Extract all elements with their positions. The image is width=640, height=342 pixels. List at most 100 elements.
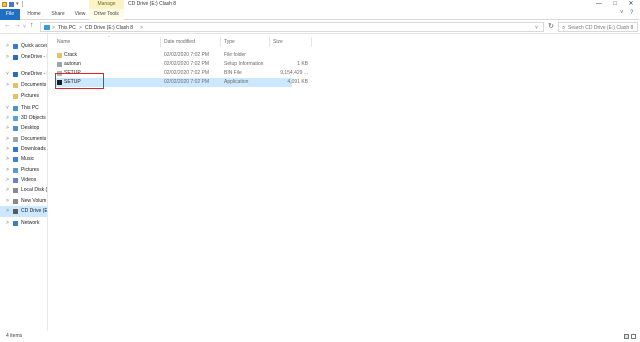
nav-item[interactable]: ˅ OneDrive - B (0, 69, 47, 80)
nav-item[interactable]: > Desktop (0, 123, 47, 134)
column-header-size[interactable]: Size (273, 37, 283, 47)
forward-arrow-icon[interactable]: → (14, 22, 21, 29)
file-type: Application (224, 79, 249, 85)
nav-item-label: OneDrive - B (21, 54, 48, 60)
up-arrow-icon[interactable]: ↑ (30, 22, 34, 29)
address-dropdown-icon[interactable]: ˅ (535, 23, 538, 33)
chevron-icon[interactable]: > (6, 116, 9, 121)
file-size: 9,154,429 ... (280, 70, 308, 76)
tab-share[interactable]: Share (47, 9, 69, 20)
search-icon: ⌕ (562, 25, 566, 31)
chevron-icon[interactable]: ˅ (6, 106, 9, 111)
chevron-icon[interactable]: > (6, 44, 9, 49)
column-divider[interactable] (311, 37, 312, 47)
document-icon (13, 137, 18, 142)
title-bar: ▾ Manage CD Drive (E:) Clash 8 — □ ✕ (0, 0, 640, 9)
window-title: CD Drive (E:) Clash 8 (128, 1, 177, 7)
status-bar: 4 items (0, 331, 640, 342)
nav-item[interactable]: > CD Drive (E (0, 206, 48, 217)
column-divider[interactable] (269, 37, 270, 47)
help-icon[interactable]: ? (630, 10, 633, 16)
file-row[interactable]: autorun 02/02/2020 7:02 PM Setup Informati… (55, 60, 308, 69)
close-button[interactable]: ✕ (623, 0, 639, 9)
navigation-pane: > Quick access > OneDrive - B ˅ OneDrive - B >… (0, 34, 48, 331)
breadcrumb-cd-drive[interactable]: CD Drive (E:) Clash 8 (85, 23, 133, 33)
tab-view[interactable]: View (70, 9, 90, 20)
back-arrow-icon[interactable]: ← (4, 22, 11, 29)
file-list: Name Date modified Type Size ^ Crack 02/0… (48, 34, 640, 331)
folder-icon (13, 94, 18, 99)
details-view-icon[interactable] (624, 334, 629, 339)
nav-item[interactable]: > Documents (0, 80, 47, 91)
star-icon (13, 44, 18, 49)
video-icon (13, 178, 18, 183)
chevron-icon[interactable]: > (6, 168, 9, 173)
tab-file[interactable]: File (0, 9, 20, 20)
cloud-icon (13, 55, 18, 60)
file-row[interactable]: Crack 02/02/2020 7:02 PM File folder (55, 51, 292, 60)
search-placeholder: Search CD Drive (E:) Clash 8 (568, 25, 634, 31)
tab-home[interactable]: Home (23, 9, 45, 20)
large-icons-view-icon[interactable] (631, 334, 636, 339)
chevron-icon[interactable]: > (6, 157, 9, 162)
nav-item-label: Pictures (21, 93, 40, 99)
maximize-button[interactable]: □ (607, 0, 623, 9)
file-date-modified: 02/02/2020 7:02 PM (164, 61, 210, 67)
chevron-icon[interactable]: > (6, 188, 9, 193)
highlight-box (55, 73, 104, 89)
chevron-icon[interactable]: > (6, 126, 9, 131)
nav-item[interactable]: Pictures (0, 91, 47, 102)
computer-icon (13, 106, 18, 111)
nav-item[interactable]: > Music (0, 154, 47, 165)
properties-icon[interactable] (9, 2, 14, 7)
breadcrumb-this-pc[interactable]: This PC (58, 23, 76, 33)
chevron-icon[interactable]: > (6, 221, 9, 226)
folder-icon (57, 53, 62, 58)
refresh-icon[interactable]: ↻ (546, 22, 556, 32)
chevron-icon[interactable]: > (6, 83, 9, 88)
network-icon (13, 221, 18, 226)
ribbon: File Home Share View Drive Tools ˅ ? (0, 9, 640, 20)
column-divider[interactable] (220, 37, 221, 47)
nav-item[interactable]: > OneDrive - B (0, 52, 48, 63)
chevron-icon[interactable]: ˅ (6, 72, 9, 77)
chevron-icon[interactable]: > (6, 199, 9, 204)
file-size: 4,091 KB (287, 79, 308, 85)
picture-icon (13, 168, 18, 173)
nav-item[interactable]: > Network (0, 218, 47, 229)
nav-item-label: CD Drive (E (21, 208, 48, 214)
nav-item[interactable]: > Quick access (0, 41, 47, 52)
nav-item-label: Network (21, 220, 40, 226)
nav-item-label: Local Disk ( (21, 187, 48, 193)
chevron-icon[interactable]: > (6, 178, 9, 183)
folder-icon[interactable] (2, 2, 7, 7)
nav-item[interactable]: > Local Disk ( (0, 185, 48, 196)
chevron-icon[interactable]: > (6, 147, 9, 152)
column-header-date-modified[interactable]: Date modified (164, 37, 195, 47)
column-divider[interactable] (160, 37, 161, 47)
expand-ribbon-icon[interactable]: ˅ (620, 10, 624, 16)
chevron-icon[interactable]: > (6, 137, 9, 142)
column-header-name[interactable]: Name (57, 37, 70, 47)
address-bar[interactable]: > This PC > CD Drive (E:) Clash 8 > ˅ (40, 22, 544, 32)
settings-file-icon (57, 62, 62, 67)
file-date-modified: 02/02/2020 7:02 PM (164, 79, 210, 85)
music-icon (13, 157, 18, 162)
quick-access-toolbar-dropdown[interactable]: ▾ (16, 1, 21, 7)
file-size: 1 KB (297, 61, 308, 67)
chevron-icon[interactable]: > (6, 55, 9, 60)
minimize-button[interactable]: — (591, 0, 607, 9)
cloud-icon (13, 72, 18, 77)
column-header-type[interactable]: Type (224, 37, 235, 47)
recent-locations-icon[interactable]: ˅ (23, 24, 26, 30)
breadcrumb-separator: > (140, 25, 143, 31)
sort-indicator-icon: ^ (108, 34, 110, 39)
file-date-modified: 02/02/2020 7:02 PM (164, 52, 210, 58)
manage-context-tab[interactable]: Manage (89, 0, 124, 9)
cube-icon (13, 116, 18, 121)
breadcrumb-separator: > (52, 25, 55, 31)
chevron-icon[interactable]: > (6, 209, 9, 214)
search-box[interactable]: ⌕ Search CD Drive (E:) Clash 8 (558, 22, 638, 32)
tab-drive-tools[interactable]: Drive Tools (89, 9, 124, 20)
address-row: ← → ˅ ↑ > This PC > CD Drive (E:) Clash … (0, 20, 640, 34)
